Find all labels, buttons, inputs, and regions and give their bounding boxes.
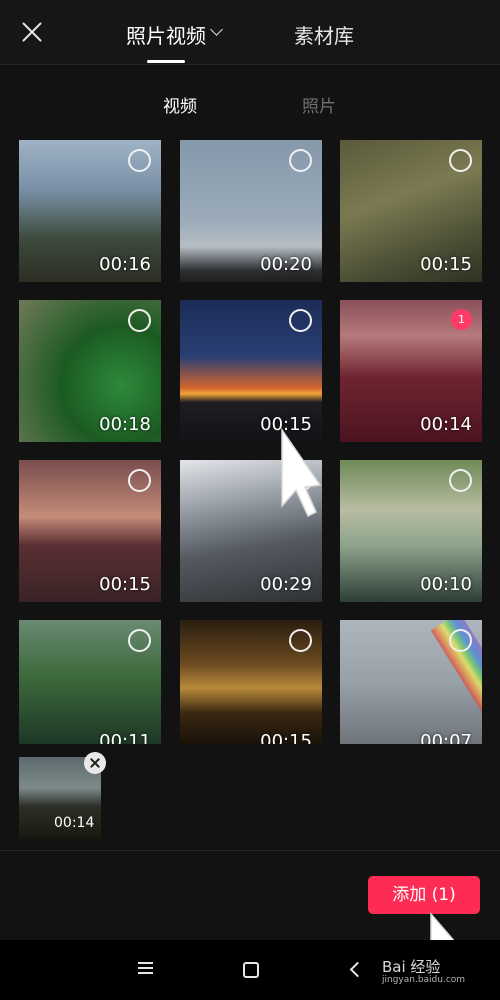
duration-label: 00:10 <box>420 574 472 595</box>
duration-label: 00:07 <box>420 731 472 744</box>
watermark-url: jingyan.baidu.com <box>382 975 466 985</box>
select-circle-icon[interactable] <box>128 309 151 332</box>
media-tile-selected[interactable]: 1 00:14 <box>340 300 482 442</box>
media-tile[interactable]: 00:07 <box>340 620 482 744</box>
media-tile[interactable]: 00:15 <box>340 140 482 282</box>
media-tile[interactable]: 00:11 <box>19 620 161 744</box>
select-circle-icon[interactable] <box>128 469 151 492</box>
media-tile[interactable]: 00:10 <box>340 460 482 602</box>
recent-apps-icon[interactable] <box>138 962 154 976</box>
back-icon[interactable] <box>349 961 366 978</box>
divider <box>0 850 500 851</box>
duration-label: 00:15 <box>260 731 312 744</box>
duration-label: 00:15 <box>420 254 472 275</box>
duration-label: 00:15 <box>99 574 151 595</box>
media-tile[interactable]: 00:20 <box>180 140 322 282</box>
duration-label: 00:16 <box>99 254 151 275</box>
select-circle-icon[interactable] <box>289 149 312 172</box>
media-tile[interactable]: 00:16 <box>19 140 161 282</box>
duration-label: 00:20 <box>260 254 312 275</box>
selected-clip-duration: 00:14 <box>54 815 95 831</box>
tab-library[interactable]: 素材库 <box>294 20 354 49</box>
duration-label: 00:18 <box>99 414 151 435</box>
select-circle-icon[interactable] <box>128 629 151 652</box>
close-icon[interactable] <box>16 16 48 48</box>
home-icon[interactable] <box>243 962 259 978</box>
select-circle-icon[interactable] <box>449 629 472 652</box>
media-tile[interactable]: 00:15 <box>19 460 161 602</box>
chevron-down-icon[interactable] <box>210 23 223 36</box>
select-circle-icon[interactable] <box>128 149 151 172</box>
selection-order-badge[interactable]: 1 <box>451 309 472 330</box>
select-circle-icon[interactable] <box>449 149 472 172</box>
add-button[interactable]: 添加 (1) <box>368 876 480 914</box>
media-tile[interactable]: 00:18 <box>19 300 161 442</box>
watermark-logo: Bai 经验 jingyan.baidu.com <box>382 956 465 985</box>
media-tile[interactable]: 00:15 <box>180 300 322 442</box>
remove-clip-icon[interactable] <box>84 752 106 774</box>
subtab-video[interactable]: 视频 <box>163 92 197 117</box>
pointer-cursor-icon <box>281 428 322 518</box>
active-tab-indicator <box>147 60 185 63</box>
duration-label: 00:14 <box>420 414 472 435</box>
divider <box>0 64 500 65</box>
select-circle-icon[interactable] <box>449 469 472 492</box>
select-circle-icon[interactable] <box>289 629 312 652</box>
watermark-brand: Bai 经验 <box>382 958 441 976</box>
media-tile[interactable]: 00:15 <box>180 620 322 744</box>
select-circle-icon[interactable] <box>289 309 312 332</box>
duration-label: 00:11 <box>99 731 151 744</box>
top-bar: 照片视频 素材库 <box>0 0 500 64</box>
duration-label: 00:29 <box>260 574 312 595</box>
tab-photos-videos[interactable]: 照片视频 <box>126 20 206 49</box>
subtab-photo[interactable]: 照片 <box>302 92 336 117</box>
